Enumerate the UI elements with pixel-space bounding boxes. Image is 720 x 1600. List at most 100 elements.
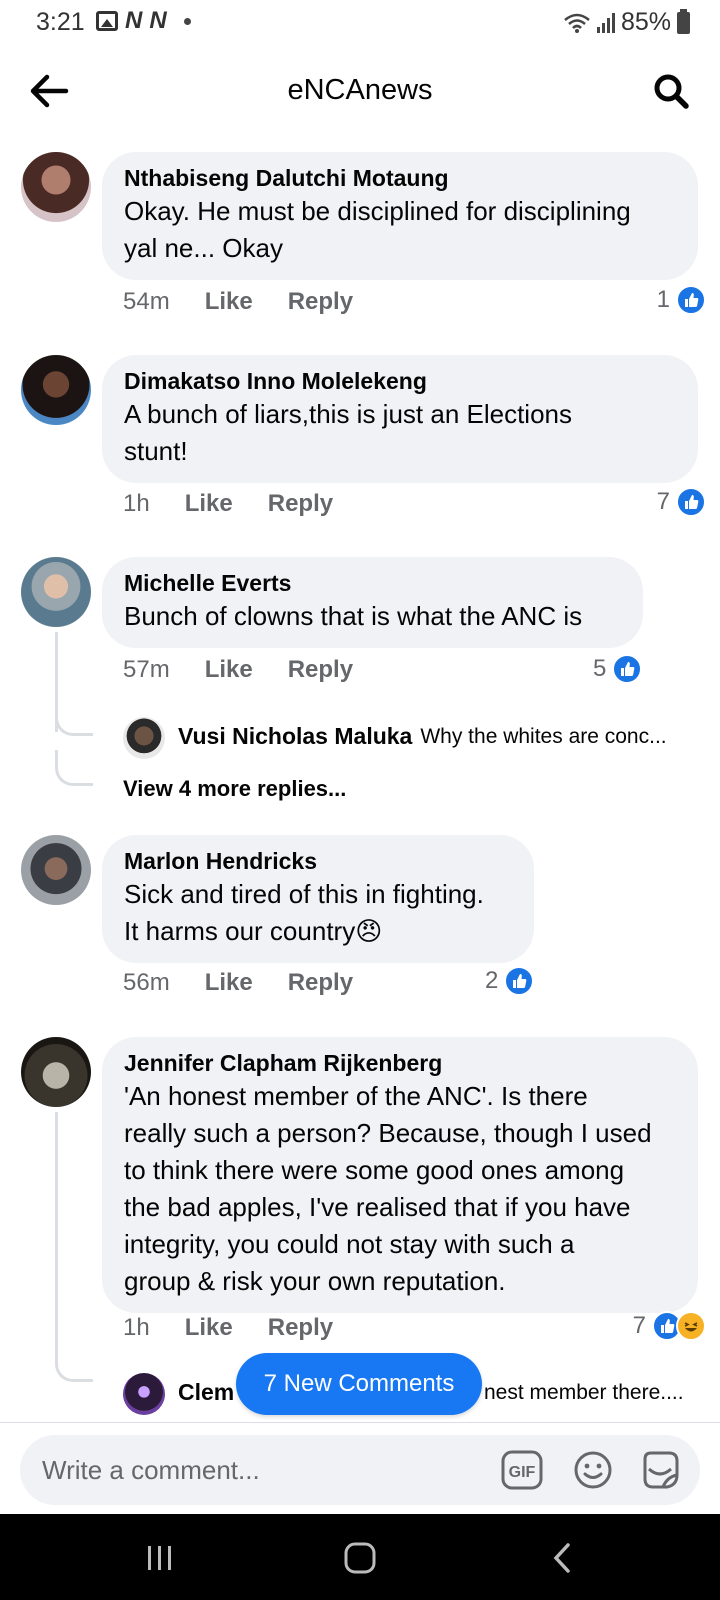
comment-text-line: It harms our country😠 [124,914,512,949]
comment-author[interactable]: Nthabiseng Dalutchi Motaung [124,164,676,192]
reaction-count: 7 [656,488,670,515]
comment-text-line: stunt! [124,436,188,466]
comment-author[interactable]: Jennifer Clapham Rijkenberg [124,1049,676,1077]
reaction-summary[interactable]: 7 [657,487,706,517]
comment-actions: 57m Like Reply [123,656,353,684]
sticker-button[interactable] [639,1449,681,1491]
page-title: eNCAnews [287,74,433,106]
comment-actions: 54m Like Reply [123,288,353,316]
reaction-count: 1 [656,286,670,313]
comment-time[interactable]: 1h [123,1314,150,1342]
avatar[interactable] [21,152,91,222]
home-button[interactable] [338,1536,382,1580]
reply-button[interactable]: Reply [268,1314,333,1342]
new-comments-button[interactable]: 7 New Comments [236,1353,482,1415]
thumbs-up-icon [676,285,706,315]
like-button[interactable]: Like [185,1314,233,1342]
reaction-summary[interactable]: 1 [657,285,706,315]
reply-snippet: Why the whites are conc... [420,724,667,748]
comment-time[interactable]: 57m [123,656,170,684]
chevron-left-icon [553,1543,570,1573]
thumbs-up-icon [676,487,706,517]
reaction-summary[interactable]: 5 [593,654,643,684]
avatar[interactable] [21,835,91,905]
haha-reaction-icon [676,1311,706,1341]
angry-face-emoji: 😠 [355,916,383,946]
thread-connector [55,700,93,736]
comment-text-line: A bunch of liars,this is just an Electio… [124,399,573,429]
comment-bubble: Michelle Everts Bunch of clowns that is … [102,557,643,648]
gif-button[interactable]: GIF [501,1449,543,1491]
avatar[interactable] [21,355,91,425]
comment-bubble: Jennifer Clapham Rijkenberg 'An honest m… [102,1037,698,1313]
comment-author[interactable]: Dimakatso Inno Molelekeng [124,367,676,395]
like-button[interactable]: Like [205,969,253,997]
reaction-count: 5 [593,655,607,682]
comment-text-line: 'An honest member of the ANC'. Is there [124,1081,588,1111]
avatar[interactable] [21,557,91,627]
reaction-count: 7 [632,1312,646,1339]
comment-text-line: Bunch of clowns that is what the ANC is [124,601,583,631]
recent-apps-icon [148,1546,171,1570]
comment-input-box[interactable]: Write a comment... GIF [20,1435,700,1505]
system-navigation-bar [0,1514,720,1600]
avatar[interactable] [21,1037,91,1107]
emoji-button[interactable] [572,1449,614,1491]
comment-author[interactable]: Michelle Everts [124,569,621,597]
status-notification-icons: N N [96,7,191,34]
netflix-notification-icon: N [125,7,143,34]
comment-text-line: the bad apples, I've realised that if yo… [124,1192,631,1222]
gif-icon: GIF [501,1450,543,1490]
view-more-replies-link[interactable]: View 4 more replies... [123,776,346,802]
status-time: 3:21 [36,8,85,36]
status-bar: 3:21 N N 85% [0,0,720,44]
reaction-summary[interactable]: 2 [485,966,535,996]
svg-text:GIF: GIF [509,1464,536,1481]
reaction-count: 2 [485,967,499,994]
status-right: 85% [563,8,690,37]
comment-text-fragment: It harms our country [124,916,356,946]
like-button[interactable]: Like [205,656,253,684]
like-button[interactable]: Like [205,288,253,316]
comment-text-line: group & risk your own reputation. [124,1266,506,1296]
thumbs-up-icon [612,654,643,684]
battery-percent: 85% [620,8,671,36]
battery-icon [677,8,690,34]
netflix-notification-icon-2: N [149,7,167,34]
thread-connector [55,1346,93,1382]
recent-apps-button[interactable] [138,1536,182,1580]
comment-bubble: Nthabiseng Dalutchi Motaung Okay. He mus… [102,152,698,280]
gallery-icon [96,11,118,31]
reply-author[interactable]: Vusi Nicholas Maluka [178,723,412,750]
thread-connector [55,750,93,786]
reply-button[interactable]: Reply [268,490,333,518]
reply-button[interactable]: Reply [288,969,353,997]
comment-input[interactable]: Write a comment... [42,1455,260,1486]
comment-actions: 1h Like Reply [123,1314,333,1342]
comment-actions: 56m Like Reply [123,969,353,997]
more-notifications-dot-icon [183,17,191,25]
comment-text-line: to think there were some good ones among [124,1155,625,1185]
search-icon [654,74,689,109]
smiley-icon [574,1451,612,1489]
comment-text-line: integrity, you could not stay with such … [124,1229,575,1259]
search-button[interactable] [648,68,694,114]
system-back-button[interactable] [540,1536,584,1580]
reply-author[interactable]: Clem [178,1379,234,1406]
reaction-summary[interactable]: 7 [633,1311,706,1341]
reply-button[interactable]: Reply [288,288,353,316]
comment-actions: 1h Like Reply [123,490,333,518]
comment-bubble: Dimakatso Inno Molelekeng A bunch of lia… [102,355,698,483]
comment-time[interactable]: 1h [123,490,150,518]
wifi-icon [564,13,590,33]
comment-time[interactable]: 56m [123,969,170,997]
comment-composer: Write a comment... GIF [0,1422,720,1514]
comment-time[interactable]: 54m [123,288,170,316]
comment-author[interactable]: Marlon Hendricks [124,847,512,875]
comment-text-line: Sick and tired of this in fighting. [124,879,484,909]
signal-icon [596,12,615,33]
like-button[interactable]: Like [185,490,233,518]
reply-preview[interactable]: Vusi Nicholas Maluka Why the whites are … [124,723,667,750]
comment-text-line: really such a person? Because, though I … [124,1118,652,1148]
reply-button[interactable]: Reply [288,656,353,684]
